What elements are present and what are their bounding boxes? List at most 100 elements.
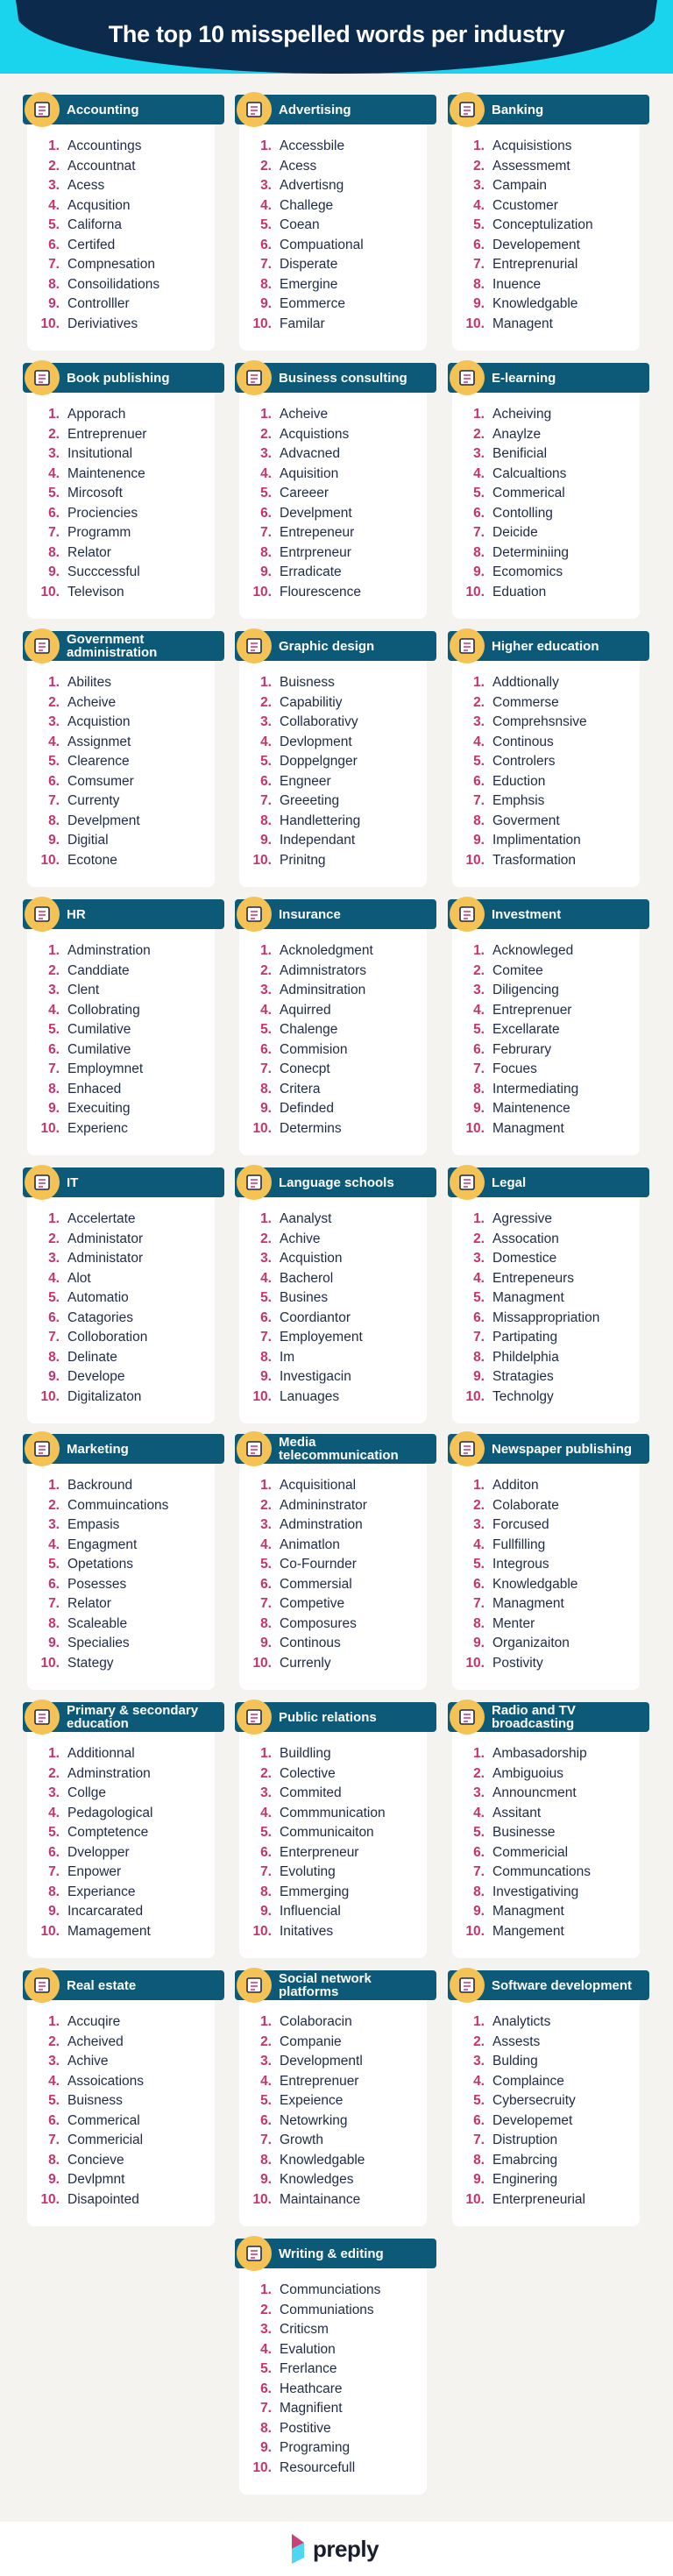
misspelled-word: Chalenge xyxy=(280,1022,338,1037)
industry-name: Media telecommunication xyxy=(279,1435,399,1463)
rank-number: 1. xyxy=(473,407,485,422)
misspelled-word: Buisness xyxy=(67,2093,123,2108)
list-item: 5. Integrous xyxy=(452,1555,640,1575)
list-item: 10. Currenly xyxy=(239,1654,427,1674)
list-item: 1. Acheiving xyxy=(452,405,640,425)
misspelled-word: Compnesation xyxy=(67,257,155,272)
misspelled-word: Execuiting xyxy=(67,1101,131,1116)
misspelled-word: Organizaiton xyxy=(492,1636,570,1650)
rank-number: 1. xyxy=(48,675,60,690)
list-item: 9. Execuiting xyxy=(27,1099,215,1119)
money-plant-icon xyxy=(450,897,485,932)
misspelled-word: Develope xyxy=(67,1369,125,1384)
list-item: 2. Entreprenuer xyxy=(27,425,215,445)
rank-number: 6. xyxy=(473,2112,485,2128)
list-item: 7. Relator xyxy=(27,1594,215,1614)
misspelled-word: Apporach xyxy=(67,407,126,422)
list-item: 2. Assests xyxy=(452,2033,640,2053)
misspelled-word: Busines xyxy=(280,1290,329,1305)
industry-name: Software development xyxy=(492,1977,633,1993)
misspelled-word: Accessbile xyxy=(280,138,345,153)
misspelled-word: Postitive xyxy=(280,2420,331,2436)
rank-number: 6. xyxy=(48,1844,60,1860)
misspelled-word: Careeer xyxy=(280,486,329,500)
list-item: 6. Prociencies xyxy=(27,504,215,524)
list-item: 1. Abilites xyxy=(27,673,215,693)
list-item: 8. Phildelphia xyxy=(452,1348,640,1368)
list-item: 2. Anaylze xyxy=(452,425,640,445)
rank-number: 3. xyxy=(260,2322,272,2337)
capitol-building-icon xyxy=(25,628,60,664)
list-item: 2. Colaborate xyxy=(452,1496,640,1516)
list-item: 5. Commerical xyxy=(452,484,640,504)
misspelled-word: Resourcefull xyxy=(280,2459,356,2475)
list-item: 9. Enginering xyxy=(452,2170,640,2190)
list-item: 3. Bulding xyxy=(452,2052,640,2072)
list-item: 1. Acheive xyxy=(239,405,427,425)
list-item: 8. Consoilidations xyxy=(27,275,215,295)
misspelled-word: Digitalizaton xyxy=(67,1388,142,1404)
misspelled-word: Knowledgable xyxy=(492,1576,578,1592)
industry-card-header: Advertising xyxy=(235,92,436,127)
word-list-panel: 1. Additionnal 2. Adminstration 3. Collge 4. Pe… xyxy=(27,1732,215,1958)
misspelled-word: Experienc xyxy=(67,1120,128,1136)
list-item: 4. Complaince xyxy=(452,2072,640,2092)
misspelled-word-list: 1. Acheiving 2. Anaylze 3. Benificial 4. Calcua… xyxy=(452,393,640,602)
list-item: 1. Colaboracin xyxy=(239,2012,427,2033)
rank-number: 8. xyxy=(260,1615,272,1631)
list-item: 6. Develpment xyxy=(239,504,427,524)
misspelled-word: Managment xyxy=(492,1120,564,1136)
list-item: 10. Technolgy xyxy=(452,1387,640,1408)
list-item: 6. Posesses xyxy=(27,1575,215,1595)
rank-number: 7. xyxy=(48,1061,60,1076)
list-item: 2. Canddiate xyxy=(27,962,215,982)
list-item: 10. Trasformation xyxy=(452,851,640,871)
list-item: 4. Challege xyxy=(239,196,427,216)
list-item: 10. Deriviatives xyxy=(27,315,215,335)
rank-number: 5. xyxy=(48,1825,60,1840)
misspelled-word: Erradicate xyxy=(280,564,342,579)
rank-number: 3. xyxy=(48,178,60,193)
rank-number: 4. xyxy=(260,465,272,481)
misspelled-word: Enpower xyxy=(67,1864,122,1879)
rank-number: 4. xyxy=(473,197,485,213)
list-item: 6. Cumilative xyxy=(27,1040,215,1061)
rank-number: 10. xyxy=(465,1388,485,1404)
misspelled-word: Frerlance xyxy=(280,2361,337,2376)
online-learning-icon xyxy=(450,360,485,395)
rank-number: 8. xyxy=(473,276,485,292)
list-item: 8. Delinate xyxy=(27,1348,215,1368)
list-item: 8. Postitive xyxy=(239,2419,427,2439)
list-item: 3. Comprehsnsive xyxy=(452,713,640,733)
rank-number: 5. xyxy=(473,486,485,500)
misspelled-word: Campain xyxy=(492,178,548,193)
misspelled-word: Assignmet xyxy=(67,734,131,749)
rank-number: 8. xyxy=(260,1884,272,1899)
rank-number: 10. xyxy=(40,852,60,868)
industry-name: Public relations xyxy=(279,1709,377,1725)
misspelled-word: Stratagies xyxy=(492,1369,554,1384)
word-list-panel: 1. Acquisistions 2. Assessmemt 3. Campain 4. Cc… xyxy=(452,124,640,351)
rank-number: 2. xyxy=(473,694,485,710)
rank-number: 10. xyxy=(465,852,485,868)
list-item: 3. Criticsm xyxy=(239,2320,427,2340)
rank-number: 3. xyxy=(260,2054,272,2069)
word-list-panel: 1. Buisness 2. Capabilitiy 3. Collaborativy 4.… xyxy=(239,661,427,887)
misspelled-word-list: 1. Ambasadorship 2. Ambiguoius 3. Announcment… xyxy=(452,1732,640,1941)
rank-number: 4. xyxy=(473,1270,485,1286)
list-item: 1. Analyticts xyxy=(452,2012,640,2033)
misspelled-word: Disapointed xyxy=(67,2191,139,2207)
industry-name: Radio and TV broadcasting xyxy=(492,1703,576,1731)
school-building-icon xyxy=(25,1700,60,1735)
rank-number: 1. xyxy=(48,1478,60,1493)
misspelled-word: Contolling xyxy=(492,505,553,521)
misspelled-word: Assocation xyxy=(492,1231,559,1246)
misspelled-word: Enhaced xyxy=(67,1081,122,1096)
rank-number: 1. xyxy=(473,1478,485,1493)
misspelled-word: Currenly xyxy=(280,1655,331,1671)
list-item: 4. Entrepeneurs xyxy=(452,1269,640,1289)
list-item: 2. Accountnat xyxy=(27,157,215,177)
rank-number: 7. xyxy=(260,525,272,540)
list-item: 4. Animatlon xyxy=(239,1536,427,1556)
list-item: 5. Managment xyxy=(452,1288,640,1309)
